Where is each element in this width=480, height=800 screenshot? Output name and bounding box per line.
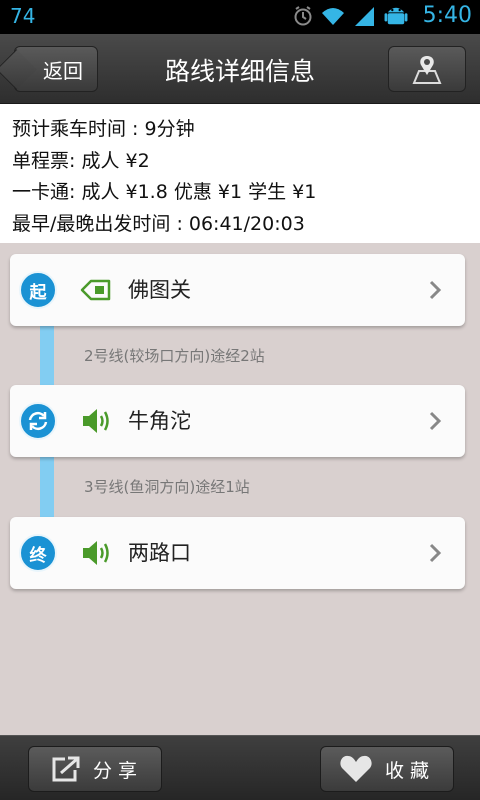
map-pin-icon: [412, 56, 442, 84]
map-button[interactable]: [388, 46, 466, 92]
speaker-icon: [83, 541, 109, 565]
status-time: 5:40: [422, 3, 472, 28]
stop-item-start[interactable]: 佛图关: [10, 254, 465, 326]
start-badge: 起: [19, 271, 57, 309]
stop-name: 佛图关: [128, 278, 191, 302]
wifi-icon: [321, 7, 344, 25]
android-debug-icon: [384, 7, 408, 24]
bottom-bar: 分享 收藏: [0, 735, 480, 800]
end-badge: 终: [19, 534, 57, 572]
title-bar: 返回 路线详细信息: [0, 34, 480, 104]
departure-time-text: 最早/最晚出发时间 : 06:41/20:03: [12, 212, 305, 235]
station-tag-icon: [80, 279, 111, 301]
alarm-icon: [294, 5, 312, 25]
share-button[interactable]: 分享: [28, 746, 162, 792]
stop-item-end[interactable]: 两路口: [10, 517, 465, 589]
single-ticket-text: 单程票: 成人 ¥2: [12, 149, 150, 172]
stop-item-transfer[interactable]: 牛角沱: [10, 385, 465, 457]
signal-icon: [354, 6, 374, 26]
stop-name: 牛角沱: [128, 409, 191, 433]
speaker-icon: [83, 409, 109, 433]
status-icons: 5:40: [293, 3, 472, 28]
card-fare-text: 一卡通: 成人 ¥1.8 优惠 ¥1 学生 ¥1: [12, 181, 317, 203]
segment-text: 2号线(较场口方向)途经2站: [84, 347, 265, 365]
share-label: 分享: [93, 759, 144, 782]
route-info-panel: 预计乘车时间 : 9分钟 单程票: 成人 ¥2 一卡通: 成人 ¥1.8 优惠 …: [0, 104, 480, 243]
share-icon: [52, 756, 80, 782]
chevron-right-icon: [429, 543, 442, 563]
status-left-text: 74: [10, 4, 36, 28]
chevron-right-icon: [429, 411, 442, 431]
stop-name: 两路口: [128, 541, 191, 565]
transfer-icon: [28, 411, 48, 431]
favorite-button[interactable]: 收藏: [320, 746, 454, 792]
transfer-badge: [19, 402, 57, 440]
route-list: 佛图关 起 2号线(较场口方向)途经2站 牛角沱 3号线(鱼洞方向)途经1站 两…: [0, 243, 480, 735]
heart-icon: [340, 755, 372, 782]
segment-text: 3号线(鱼洞方向)途经1站: [84, 478, 250, 496]
travel-time-text: 预计乘车时间 : 9分钟: [12, 118, 195, 140]
status-bar: 74 5:40: [0, 0, 480, 34]
chevron-right-icon: [429, 280, 442, 300]
favorite-label: 收藏: [385, 759, 436, 782]
back-button-label: 返回: [43, 58, 83, 83]
